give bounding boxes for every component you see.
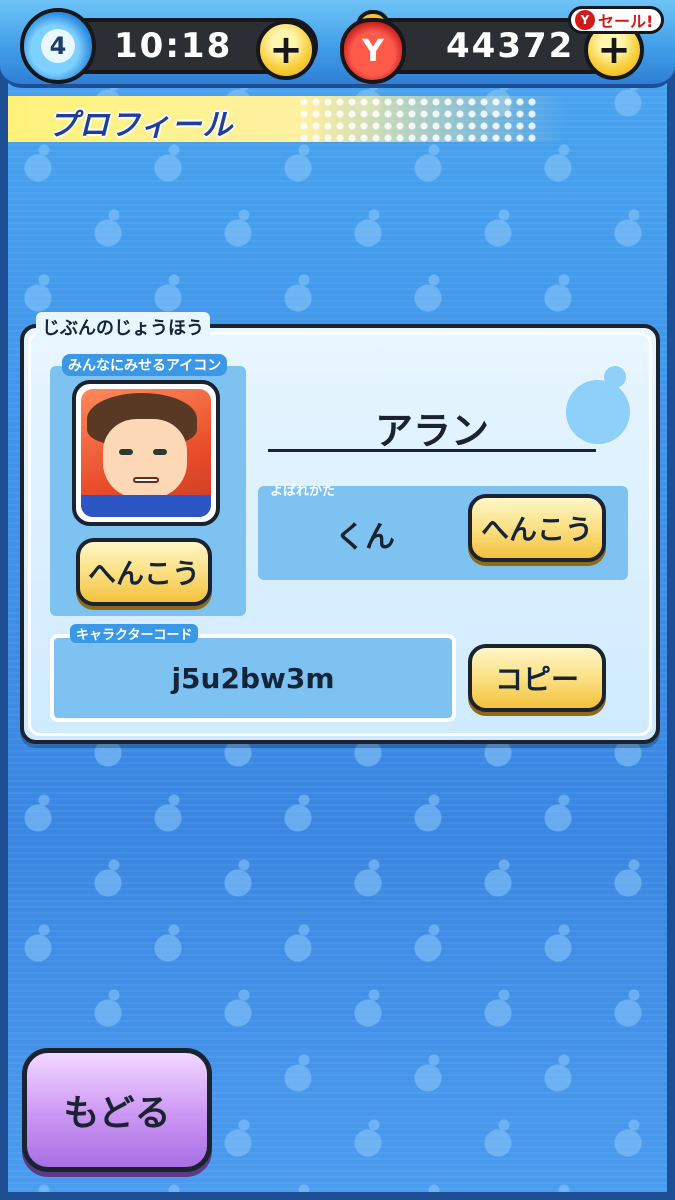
sale-badge-label: セール! — [598, 12, 654, 31]
page-title: プロフィール — [48, 108, 234, 143]
icon-section-label: みんなにみせるアイコン — [62, 354, 228, 376]
change-honorific-button[interactable]: へんこう — [468, 494, 606, 562]
money-amount: 44372 — [446, 26, 575, 66]
avatar — [72, 380, 220, 526]
add-stamina-button[interactable]: + — [256, 20, 316, 80]
back-button[interactable]: もどる — [22, 1048, 212, 1172]
character-code-box: j5u2bw3m — [50, 634, 456, 722]
character-code-label: キャラクターコード — [70, 624, 199, 643]
copy-code-button[interactable]: コピー — [468, 644, 606, 712]
honorific-value: くん — [335, 520, 395, 555]
player-name: アラン — [268, 400, 596, 453]
purse-mark: Y — [362, 33, 384, 69]
stamina-level: 4 — [41, 29, 75, 63]
stamina-timer: 10:18 — [114, 26, 233, 66]
purse-icon: Y — [340, 18, 406, 84]
sale-badge[interactable]: Y セール! — [568, 6, 665, 34]
plus-icon: + — [269, 27, 303, 73]
change-icon-button[interactable]: へんこう — [76, 538, 212, 606]
stamina-drop-icon: 4 — [20, 8, 96, 84]
sale-coin-icon: Y — [575, 10, 595, 30]
profile-section-label: じぶんのじょうほう — [36, 312, 210, 342]
drop-decoration-icon — [566, 366, 630, 444]
honorific-label: よばれかた — [270, 484, 336, 499]
character-portrait-icon — [81, 389, 211, 517]
character-code: j5u2bw3m — [171, 661, 335, 695]
